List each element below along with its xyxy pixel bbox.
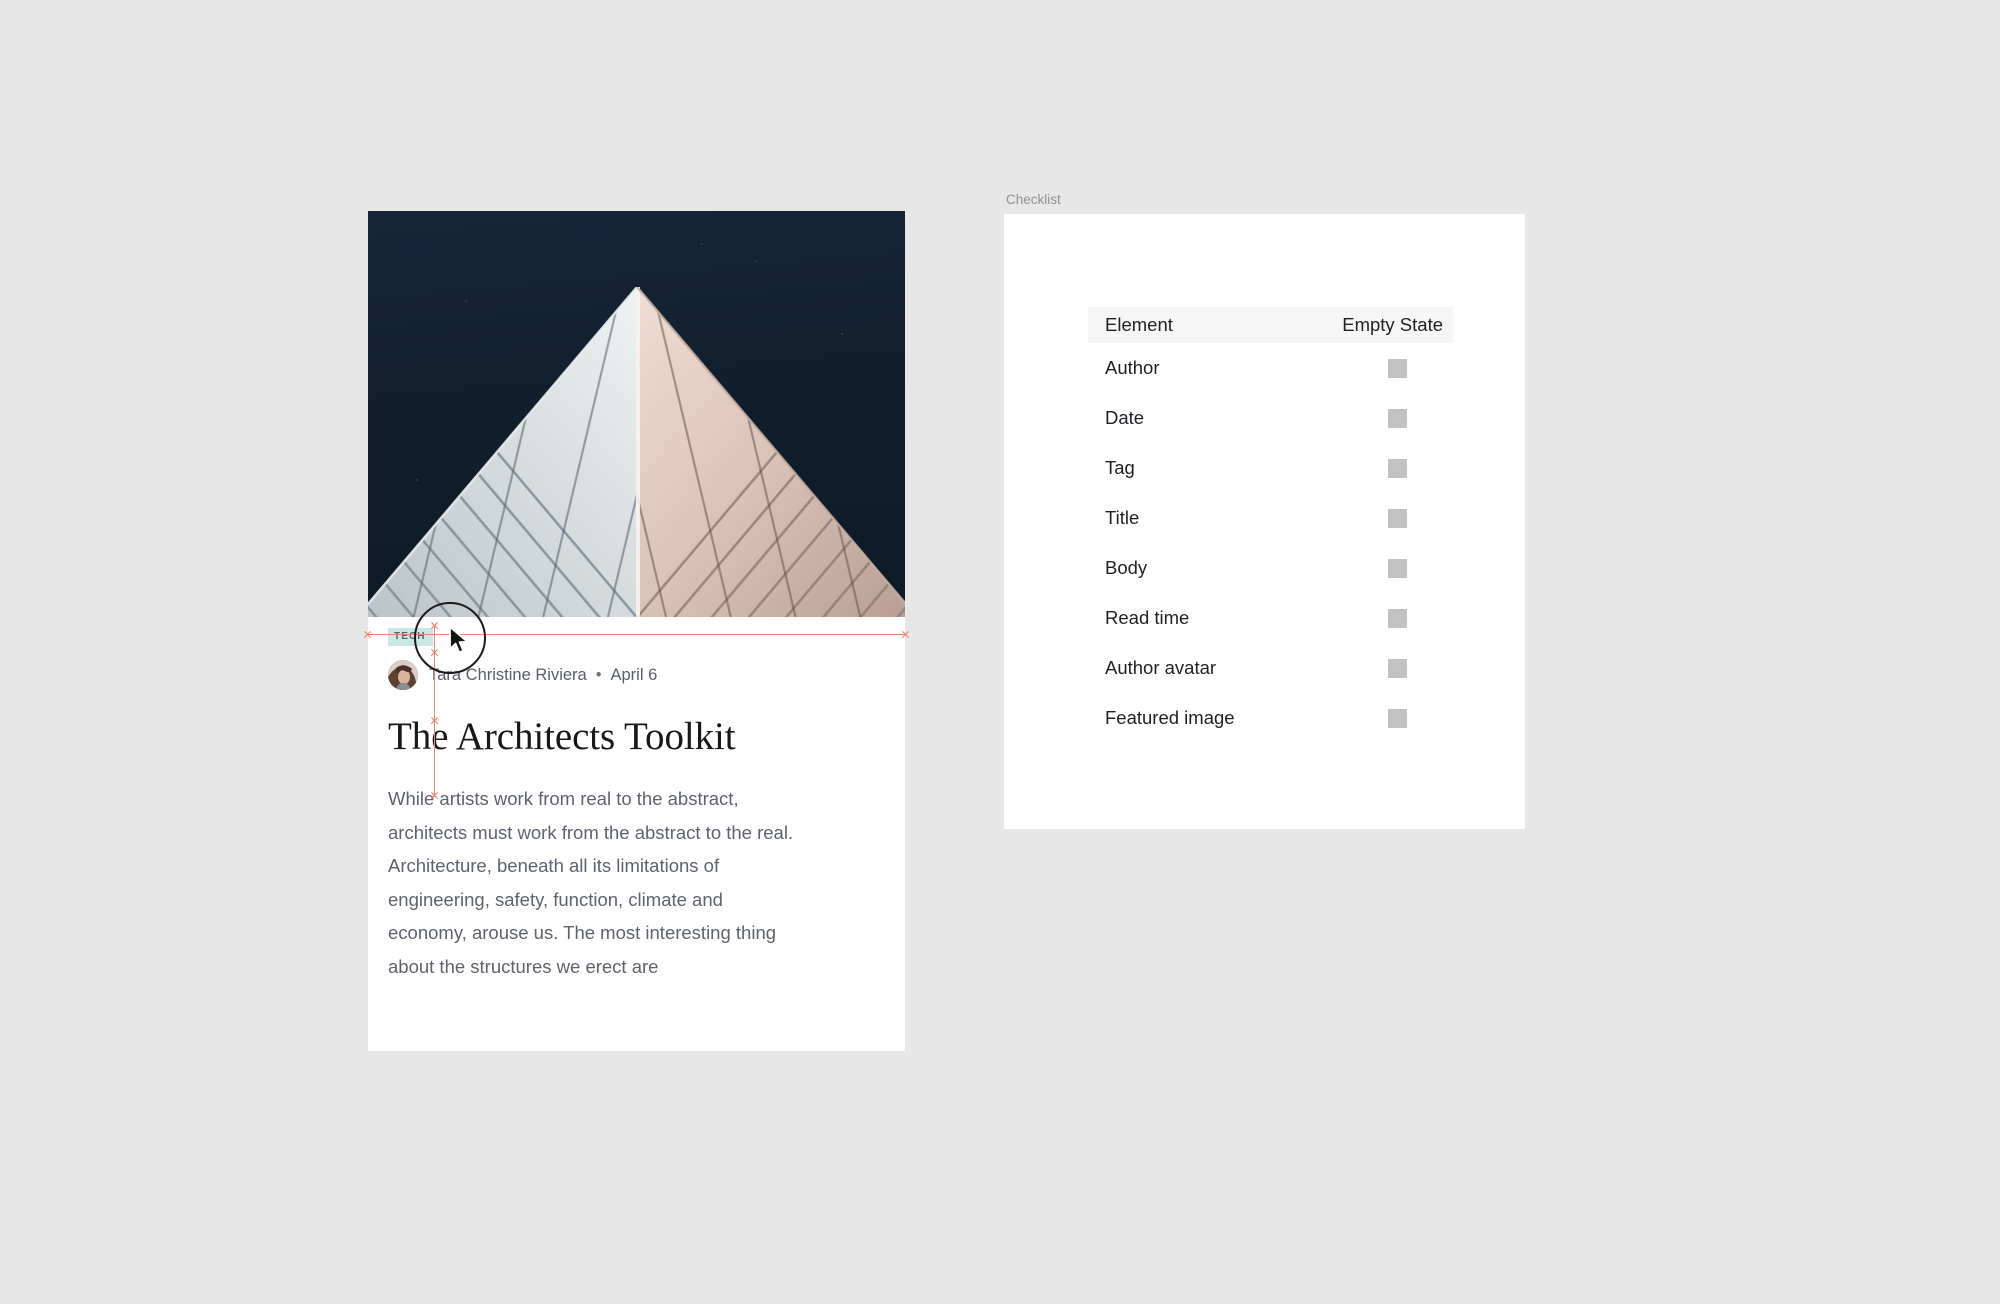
featured-image <box>368 211 905 617</box>
checklist-frame-label: Checklist <box>1006 192 1061 207</box>
column-header-empty-state: Empty State <box>1342 314 1443 335</box>
checklist-row[interactable]: Date <box>1088 393 1453 443</box>
article-card-body: TECH Tara Christine Riviera • April 6 The … <box>368 617 905 983</box>
checklist-row-label: Tag <box>1105 457 1135 478</box>
checklist-table: Element Empty State Author Date Tag Title Bo… <box>1088 307 1453 743</box>
empty-state-checkbox[interactable] <box>1388 508 1407 528</box>
empty-state-checkbox[interactable] <box>1388 658 1407 678</box>
checklist-row-label: Author avatar <box>1105 657 1217 678</box>
checklist-row-label: Title <box>1105 507 1140 528</box>
article-body: While artists work from real to the abst… <box>388 788 794 977</box>
checklist-row[interactable]: Title <box>1088 493 1453 543</box>
empty-state-checkbox[interactable] <box>1388 358 1407 378</box>
checklist-table-header: Element Empty State <box>1088 307 1453 343</box>
empty-state-checkbox[interactable] <box>1388 608 1407 628</box>
checklist-row[interactable]: Author <box>1088 343 1453 393</box>
checklist-row-label: Body <box>1105 557 1148 578</box>
checklist-row[interactable]: Body <box>1088 543 1453 593</box>
checklist-row[interactable]: Tag <box>1088 443 1453 493</box>
empty-state-checkbox[interactable] <box>1388 458 1407 478</box>
publish-date: April 6 <box>610 665 658 684</box>
byline: Tara Christine Riviera • April 6 <box>388 660 887 690</box>
checklist-rows: Author Date Tag Title Body Read time Author av… <box>1088 343 1453 743</box>
checklist-row[interactable]: Read time <box>1088 593 1453 643</box>
byline-separator: • <box>595 665 602 684</box>
checklist-row-label: Featured image <box>1105 707 1235 728</box>
empty-state-checkbox[interactable] <box>1388 408 1407 428</box>
avatar <box>388 660 418 690</box>
checklist-row[interactable]: Featured image <box>1088 693 1453 743</box>
empty-state-checkbox[interactable] <box>1388 558 1407 578</box>
checklist-row-label: Date <box>1105 407 1145 428</box>
tag-badge[interactable]: TECH <box>388 628 433 646</box>
canvas: TECH Tara Christine Riviera • April 6 The … <box>0 0 2000 1304</box>
checklist-panel: Element Empty State Author Date Tag Title Bo… <box>1004 214 1525 829</box>
checklist-row[interactable]: Author avatar <box>1088 643 1453 693</box>
column-header-element: Element <box>1105 314 1173 335</box>
article-title: The Architects Toolkit <box>388 715 736 758</box>
byline-author: Tara Christine Riviera • April 6 <box>429 666 657 685</box>
author-name: Tara Christine Riviera <box>429 665 587 684</box>
empty-state-checkbox[interactable] <box>1388 708 1407 728</box>
article-card[interactable]: TECH Tara Christine Riviera • April 6 The … <box>368 211 905 1051</box>
checklist-row-label: Author <box>1105 357 1160 378</box>
checklist-frame: Checklist Element Empty State Author Date… <box>1004 192 1525 829</box>
checklist-row-label: Read time <box>1105 607 1190 628</box>
building-illustration <box>368 287 905 617</box>
